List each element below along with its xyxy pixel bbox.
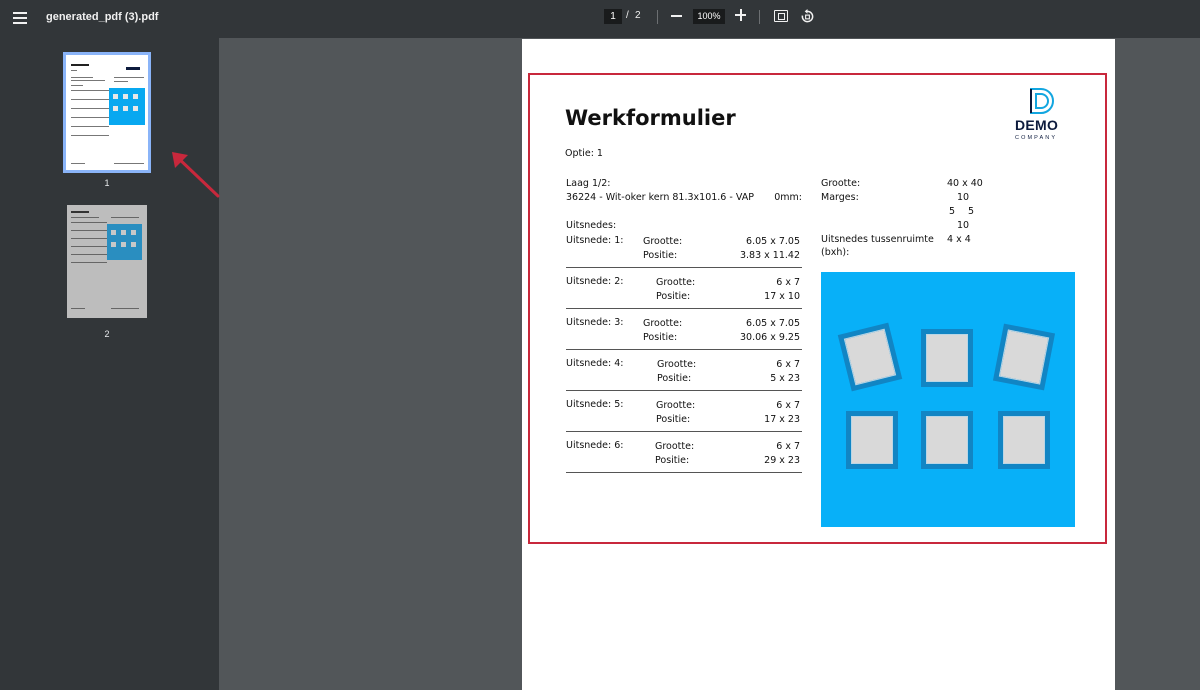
cutout-position-label: Positie:	[656, 414, 691, 425]
menu-icon[interactable]	[12, 9, 30, 27]
page-separator: /	[626, 10, 629, 21]
cutout-size-value: 6.05 x 7.05	[746, 236, 800, 247]
row-divider	[566, 267, 802, 268]
cutout-position-value: 30.06 x 9.25	[739, 332, 800, 343]
row-divider	[566, 308, 802, 309]
thumbnail-sidebar: 1 2	[0, 38, 219, 690]
logo-subtitle: COMPANY	[1015, 135, 1058, 141]
cutout-layout-preview	[821, 272, 1075, 527]
page-thumbnail-1[interactable]	[63, 52, 151, 173]
margin-right-value: 5	[968, 206, 975, 217]
cutout-position-label: Positie:	[656, 291, 691, 302]
cutout-size-label: Grootte:	[656, 400, 696, 411]
cutout-shape-3	[992, 323, 1056, 391]
annotation-arrow-icon	[172, 152, 220, 198]
cutout-name: Uitsnede: 5:	[566, 399, 624, 410]
margins-label: Marges:	[821, 192, 859, 203]
zoom-out-icon[interactable]	[671, 15, 682, 17]
spacing-value: 4 x 4	[947, 234, 971, 245]
margin-bottom-value: 10	[957, 220, 970, 231]
frame-size-value: 40 x 40	[947, 178, 983, 189]
cutout-shape-6	[998, 411, 1050, 469]
document-title: Werkformulier	[565, 106, 736, 130]
frame-size-label: Grootte:	[821, 178, 861, 189]
cutout-name: Uitsnede: 4:	[566, 358, 624, 369]
cutout-position-value: 17 x 10	[764, 291, 800, 302]
cutout-size-label: Grootte:	[643, 318, 683, 329]
cutout-size-label: Grootte:	[655, 441, 695, 452]
thumbnail-label-2: 2	[104, 329, 110, 339]
cutout-position-value: 29 x 23	[764, 455, 800, 466]
zoom-level-input[interactable]: 100%	[693, 9, 725, 24]
cutout-position-label: Positie:	[643, 332, 678, 343]
pdf-toolbar: generated_pdf (3).pdf 1 / 2 100%	[0, 0, 1200, 38]
toolbar-divider	[759, 10, 760, 24]
rotate-icon[interactable]	[800, 9, 815, 24]
cutout-size-value: 6.05 x 7.05	[746, 318, 800, 329]
cutout-name: Uitsnede: 2:	[566, 276, 624, 287]
cutout-name: Uitsnede: 1:	[566, 235, 624, 246]
cutout-position-value: 3.83 x 11.42	[739, 250, 800, 261]
cutout-position-label: Positie:	[655, 455, 690, 466]
row-divider	[566, 431, 802, 432]
cutouts-header: Uitsnedes:	[566, 220, 617, 231]
layer-thickness: 0mm:	[774, 192, 802, 203]
cutout-size-value: 6 x 7	[776, 277, 800, 288]
file-name: generated_pdf (3).pdf	[46, 11, 159, 23]
cutout-position-label: Positie:	[657, 373, 692, 384]
cutout-position-value: 17 x 23	[764, 414, 800, 425]
cutout-shape-5	[921, 411, 973, 469]
cutout-size-value: 6 x 7	[776, 441, 800, 452]
row-divider	[566, 349, 802, 350]
cutout-position-label: Positie:	[643, 250, 678, 261]
cutout-shape-1	[837, 322, 903, 392]
cutout-name: Uitsnede: 6:	[566, 440, 624, 451]
spacing-label: Uitsnedes tussenruimte	[821, 234, 934, 245]
page-thumbnail-2[interactable]	[67, 205, 147, 318]
toolbar-divider	[657, 10, 658, 24]
demo-company-logo-icon	[1030, 88, 1054, 114]
thumbnail-label-1: 1	[104, 178, 110, 188]
cutout-size-label: Grootte:	[656, 277, 696, 288]
cutout-size-label: Grootte:	[643, 236, 683, 247]
cutout-size-value: 6 x 7	[776, 400, 800, 411]
cutout-name: Uitsnede: 3:	[566, 317, 624, 328]
layer-material: 36224 - Wit-oker kern 81.3x101.6 - VAP	[566, 192, 754, 203]
cutout-size-label: Grootte:	[657, 359, 697, 370]
spacing-label-unit: (bxh):	[821, 247, 850, 258]
cutout-shape-4	[846, 411, 898, 469]
row-divider	[566, 390, 802, 391]
logo-wordmark: DEMO	[1015, 117, 1059, 133]
margin-top-value: 10	[957, 192, 970, 203]
row-divider	[566, 472, 802, 473]
cutout-position-value: 5 x 23	[770, 373, 800, 384]
total-pages: 2	[635, 10, 641, 21]
cutout-shape-2	[921, 329, 973, 387]
current-page-input[interactable]: 1	[604, 9, 622, 24]
layer-label: Laag 1/2:	[566, 178, 611, 189]
zoom-in-icon[interactable]	[735, 9, 748, 22]
margin-left-value: 5	[949, 206, 956, 217]
cutout-size-value: 6 x 7	[776, 359, 800, 370]
option-label: Optie: 1	[565, 148, 603, 159]
fit-to-page-icon[interactable]	[774, 10, 788, 22]
